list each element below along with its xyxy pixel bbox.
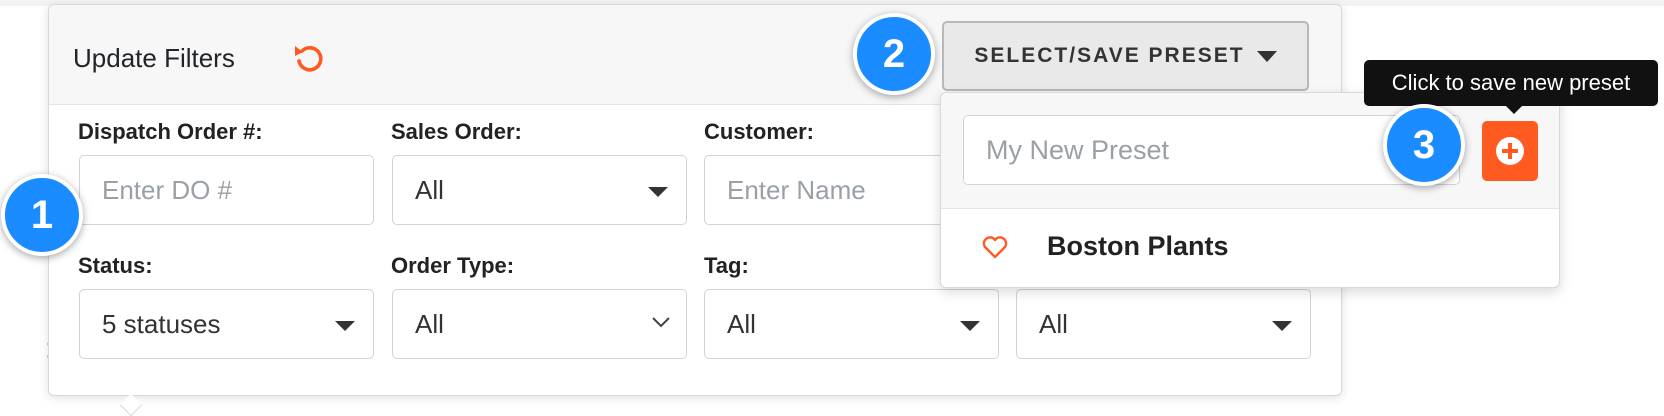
callout-badge-2: 2 xyxy=(853,13,935,95)
customer-placeholder: Enter Name xyxy=(727,174,866,205)
sales-order-select[interactable]: All xyxy=(392,155,687,225)
dropdown-arrow-icon xyxy=(1272,321,1292,331)
tag-select[interactable]: All xyxy=(704,289,999,359)
caret-down-icon xyxy=(1256,50,1277,62)
extra-filter-select[interactable]: All xyxy=(1016,289,1311,359)
reset-icon[interactable] xyxy=(291,39,329,77)
new-preset-placeholder: My New Preset xyxy=(986,134,1170,165)
callout-badge-1: 1 xyxy=(1,174,83,256)
preset-name: Boston Plants xyxy=(1047,231,1229,261)
panel-header: Update Filters SELECT/SAVE PRESET xyxy=(49,5,1341,105)
tag-label: Tag: xyxy=(704,253,749,278)
chevron-down-icon xyxy=(652,317,670,328)
status-value: 5 statuses xyxy=(102,308,221,339)
preset-dropdown-menu: My New Preset Boston Plants xyxy=(940,92,1560,288)
order-type-value: All xyxy=(415,308,444,339)
order-type-label: Order Type: xyxy=(391,253,515,278)
dropdown-arrow-icon xyxy=(335,321,355,331)
order-type-select[interactable]: All xyxy=(392,289,687,359)
tooltip-text: Click to save new preset xyxy=(1391,70,1631,95)
status-label: Status: xyxy=(78,253,153,278)
plus-circle-icon xyxy=(1496,137,1524,165)
new-preset-section: My New Preset xyxy=(941,93,1559,209)
dispatch-order-label: Dispatch Order #: xyxy=(78,119,263,144)
dispatch-order-placeholder: Enter DO # xyxy=(102,174,233,205)
dropdown-arrow-icon xyxy=(648,187,668,197)
tooltip-arrow xyxy=(1504,104,1524,114)
save-preset-tooltip: Click to save new preset xyxy=(1364,60,1658,106)
tag-value: All xyxy=(727,308,756,339)
dispatch-order-input[interactable]: Enter DO # xyxy=(79,155,374,225)
dropdown-arrow-icon xyxy=(960,321,980,331)
extra-filter-value: All xyxy=(1039,308,1068,339)
sales-order-label: Sales Order: xyxy=(391,119,522,144)
heart-outline-icon[interactable] xyxy=(981,233,1009,261)
select-save-preset-button[interactable]: SELECT/SAVE PRESET xyxy=(942,21,1309,91)
customer-label: Customer: xyxy=(704,119,815,144)
sales-order-value: All xyxy=(415,174,444,205)
save-new-preset-button[interactable] xyxy=(1482,121,1538,181)
preset-button-label: SELECT/SAVE PRESET xyxy=(974,44,1245,67)
preset-item[interactable]: Boston Plants xyxy=(941,211,1559,289)
status-select[interactable]: 5 statuses xyxy=(79,289,374,359)
callout-badge-3: 3 xyxy=(1383,104,1465,186)
panel-title: Update Filters xyxy=(73,43,235,73)
panel-pointer xyxy=(119,393,143,416)
